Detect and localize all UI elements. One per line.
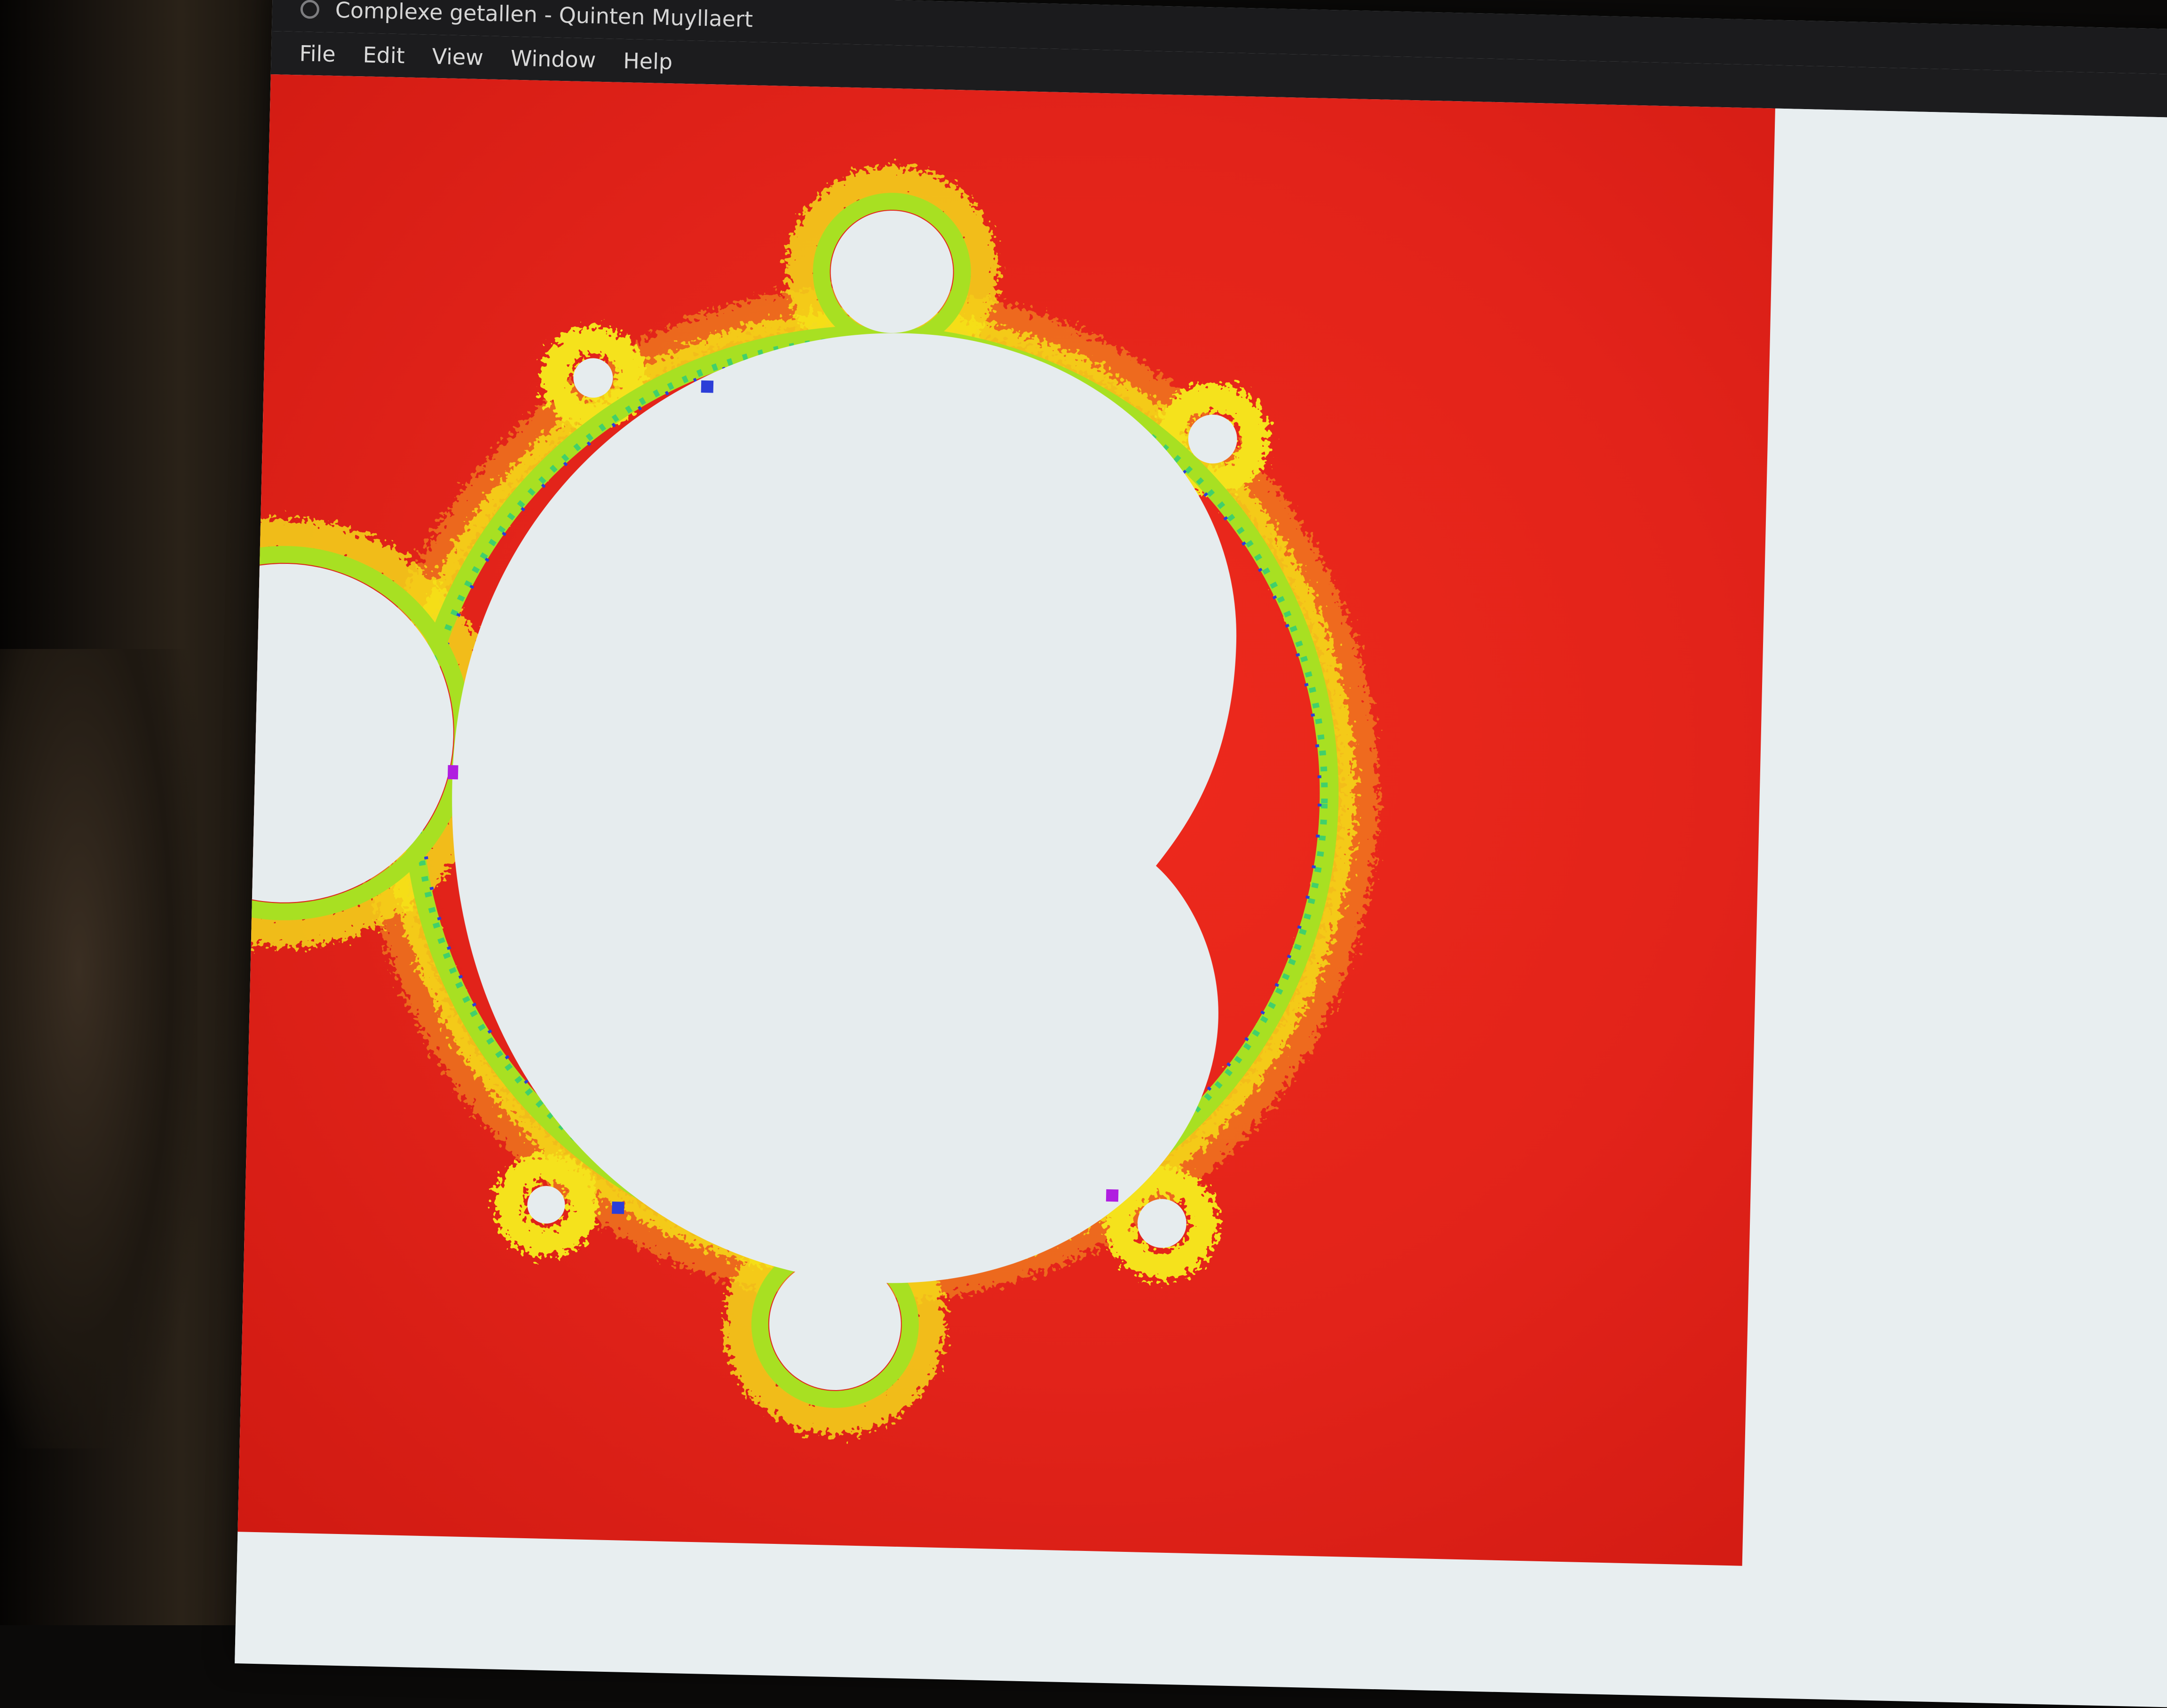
menu-help[interactable]: Help: [623, 48, 673, 74]
mandelbrot-image: [237, 166, 1379, 1435]
window-title: Complexe getallen - Quinten Muyllaert: [335, 0, 753, 32]
background-object: [0, 649, 198, 1448]
client-area: [235, 74, 2167, 1708]
menu-edit[interactable]: Edit: [363, 42, 405, 68]
app-icon: [300, 0, 320, 19]
app-window: Complexe getallen - Quinten Muyllaert Fi…: [235, 0, 2167, 1708]
menu-view[interactable]: View: [432, 44, 483, 70]
menu-file[interactable]: File: [299, 40, 336, 67]
fractal-canvas[interactable]: [237, 74, 1775, 1566]
menu-window[interactable]: Window: [510, 46, 596, 73]
